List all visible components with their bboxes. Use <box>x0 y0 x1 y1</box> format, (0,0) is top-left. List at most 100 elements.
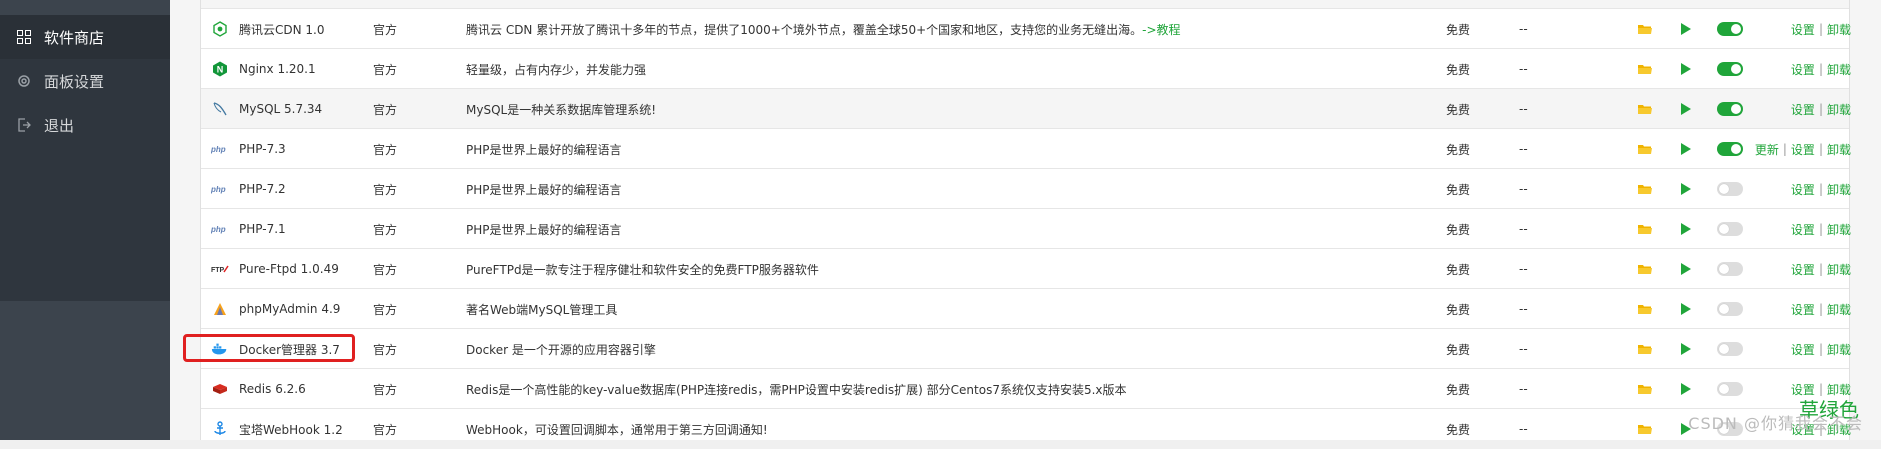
description-cell: PHP是世界上最好的编程语言 <box>466 209 1366 249</box>
description-text: MySQL是一种关系数据库管理系统! <box>466 102 657 117</box>
play-icon[interactable] <box>1681 9 1695 49</box>
folder-icon[interactable] <box>1638 409 1654 449</box>
folder-icon[interactable] <box>1638 209 1654 249</box>
play-icon[interactable] <box>1681 369 1695 409</box>
display-toggle[interactable] <box>1717 142 1743 156</box>
sidebar-item-logout[interactable]: 退出 <box>0 103 170 147</box>
uninstall-link[interactable]: 卸载 <box>1827 21 1851 38</box>
software-name-cell[interactable]: 腾讯云CDN 1.0 <box>211 9 371 49</box>
display-toggle[interactable] <box>1717 342 1743 356</box>
table-row: 腾讯云CDN 1.0 官方 腾讯云 CDN 累计开放了腾讯十多年的节点，提供了100… <box>201 8 1851 49</box>
folder-icon[interactable] <box>1638 89 1654 129</box>
folder-icon[interactable] <box>1638 249 1654 289</box>
folder-icon[interactable] <box>1638 129 1654 169</box>
expire-cell: -- <box>1519 222 1528 236</box>
description-cell: Docker 是一个开源的应用容器引擎 <box>466 329 1366 369</box>
play-icon[interactable] <box>1681 329 1695 369</box>
settings-link[interactable]: 设置 <box>1791 181 1815 198</box>
display-toggle[interactable] <box>1717 382 1743 396</box>
settings-link[interactable]: 设置 <box>1791 341 1815 358</box>
folder-icon[interactable] <box>1638 169 1654 209</box>
play-icon[interactable] <box>1681 289 1695 329</box>
display-toggle[interactable] <box>1717 182 1743 196</box>
settings-link[interactable]: 设置 <box>1791 221 1815 238</box>
settings-link[interactable]: 设置 <box>1791 21 1815 38</box>
tutorial-link[interactable]: ->教程 <box>1142 21 1180 38</box>
expire-cell: -- <box>1519 262 1528 276</box>
software-name: PHP-7.2 <box>239 182 286 196</box>
display-toggle[interactable] <box>1717 302 1743 316</box>
logout-icon <box>16 117 32 133</box>
description-cell: 轻量级，占有内存少，并发能力强 <box>466 49 1366 89</box>
operations-cell: 设置 | 卸载 <box>1781 289 1851 329</box>
display-toggle[interactable] <box>1717 22 1743 36</box>
uninstall-link[interactable]: 卸载 <box>1827 181 1851 198</box>
price-cell: 免费 <box>1446 182 1471 197</box>
sidebar-item-panel-settings[interactable]: 面板设置 <box>0 59 170 103</box>
uninstall-link[interactable]: 卸载 <box>1827 141 1851 158</box>
developer-cell: 官方 <box>373 382 398 397</box>
folder-icon[interactable] <box>1638 369 1654 409</box>
play-icon[interactable] <box>1681 129 1695 169</box>
play-icon[interactable] <box>1681 249 1695 289</box>
operations-cell: 设置 | 卸载 <box>1781 9 1851 49</box>
description-cell: 著名Web端MySQL管理工具 <box>466 289 1366 329</box>
price-cell: 免费 <box>1446 102 1471 117</box>
ftp-icon: FTP <box>211 260 229 278</box>
play-icon[interactable] <box>1681 49 1695 89</box>
software-name-cell[interactable]: Redis 6.2.6 <box>211 369 371 409</box>
software-name-cell[interactable]: php PHP-7.3 <box>211 129 371 169</box>
table-row: php PHP-7.2 官方 PHP是世界上最好的编程语言 免费 -- 设置 | 卸载 <box>201 168 1851 209</box>
settings-link[interactable]: 设置 <box>1791 141 1815 158</box>
software-name-cell[interactable]: MySQL 5.7.34 <box>211 89 371 129</box>
folder-icon[interactable] <box>1638 49 1654 89</box>
tencent-cdn-icon <box>211 20 229 38</box>
uninstall-link[interactable]: 卸载 <box>1827 341 1851 358</box>
developer-cell: 官方 <box>373 62 398 77</box>
description-cell: PHP是世界上最好的编程语言 <box>466 129 1366 169</box>
display-toggle[interactable] <box>1717 262 1743 276</box>
description-text: Docker 是一个开源的应用容器引擎 <box>466 342 656 357</box>
display-toggle[interactable] <box>1717 222 1743 236</box>
folder-icon[interactable] <box>1638 9 1654 49</box>
ops-separator: | <box>1818 142 1823 156</box>
folder-icon[interactable] <box>1638 289 1654 329</box>
settings-link[interactable]: 设置 <box>1791 101 1815 118</box>
settings-link[interactable]: 设置 <box>1791 261 1815 278</box>
uninstall-link[interactable]: 卸载 <box>1827 101 1851 118</box>
display-toggle[interactable] <box>1717 102 1743 116</box>
description-text: Redis是一个高性能的key-value数据库(PHP连接redis，需PHP… <box>466 382 1127 397</box>
update-link[interactable]: 更新 <box>1755 141 1779 158</box>
price-cell: 免费 <box>1446 342 1471 357</box>
play-icon[interactable] <box>1681 209 1695 249</box>
display-toggle[interactable] <box>1717 62 1743 76</box>
ops-separator: | <box>1818 302 1823 316</box>
play-icon[interactable] <box>1681 169 1695 209</box>
expire-cell: -- <box>1519 422 1528 436</box>
play-icon[interactable] <box>1681 89 1695 129</box>
table-row: php PHP-7.3 官方 PHP是世界上最好的编程语言 免费 -- 更新 | 设置 | 卸载 <box>201 128 1851 169</box>
php-icon: php <box>211 140 229 158</box>
homepage-toggle-cell <box>1717 249 1747 289</box>
software-name-cell[interactable]: php PHP-7.1 <box>211 209 371 249</box>
docker-highlight-box <box>183 334 355 362</box>
homepage-toggle-cell <box>1717 369 1747 409</box>
uninstall-link[interactable]: 卸载 <box>1827 61 1851 78</box>
ops-separator: | <box>1818 62 1823 76</box>
software-name-cell[interactable]: 宝塔WebHook 1.2 <box>211 409 371 449</box>
uninstall-link[interactable]: 卸载 <box>1827 261 1851 278</box>
homepage-toggle-cell <box>1717 289 1747 329</box>
software-name-cell[interactable]: php PHP-7.2 <box>211 169 371 209</box>
uninstall-link[interactable]: 卸载 <box>1827 301 1851 318</box>
description-text: 腾讯云 CDN 累计开放了腾讯十多年的节点，提供了1000+个境外节点，覆盖全球… <box>466 22 1143 37</box>
settings-link[interactable]: 设置 <box>1791 61 1815 78</box>
software-name-cell[interactable]: FTP Pure-Ftpd 1.0.49 <box>211 249 371 289</box>
settings-link[interactable]: 设置 <box>1791 301 1815 318</box>
uninstall-link[interactable]: 卸载 <box>1827 221 1851 238</box>
sidebar-item-software-store[interactable]: 软件商店 <box>0 15 170 59</box>
table-row: phpMyAdmin 4.9 官方 著名Web端MySQL管理工具 免费 -- 设置 | 卸载 <box>201 288 1851 329</box>
folder-icon[interactable] <box>1638 329 1654 369</box>
software-table: 腾讯云CDN 1.0 官方 腾讯云 CDN 累计开放了腾讯十多年的节点，提供了100… <box>200 0 1851 440</box>
software-name-cell[interactable]: N Nginx 1.20.1 <box>211 49 371 89</box>
software-name-cell[interactable]: phpMyAdmin 4.9 <box>211 289 371 329</box>
